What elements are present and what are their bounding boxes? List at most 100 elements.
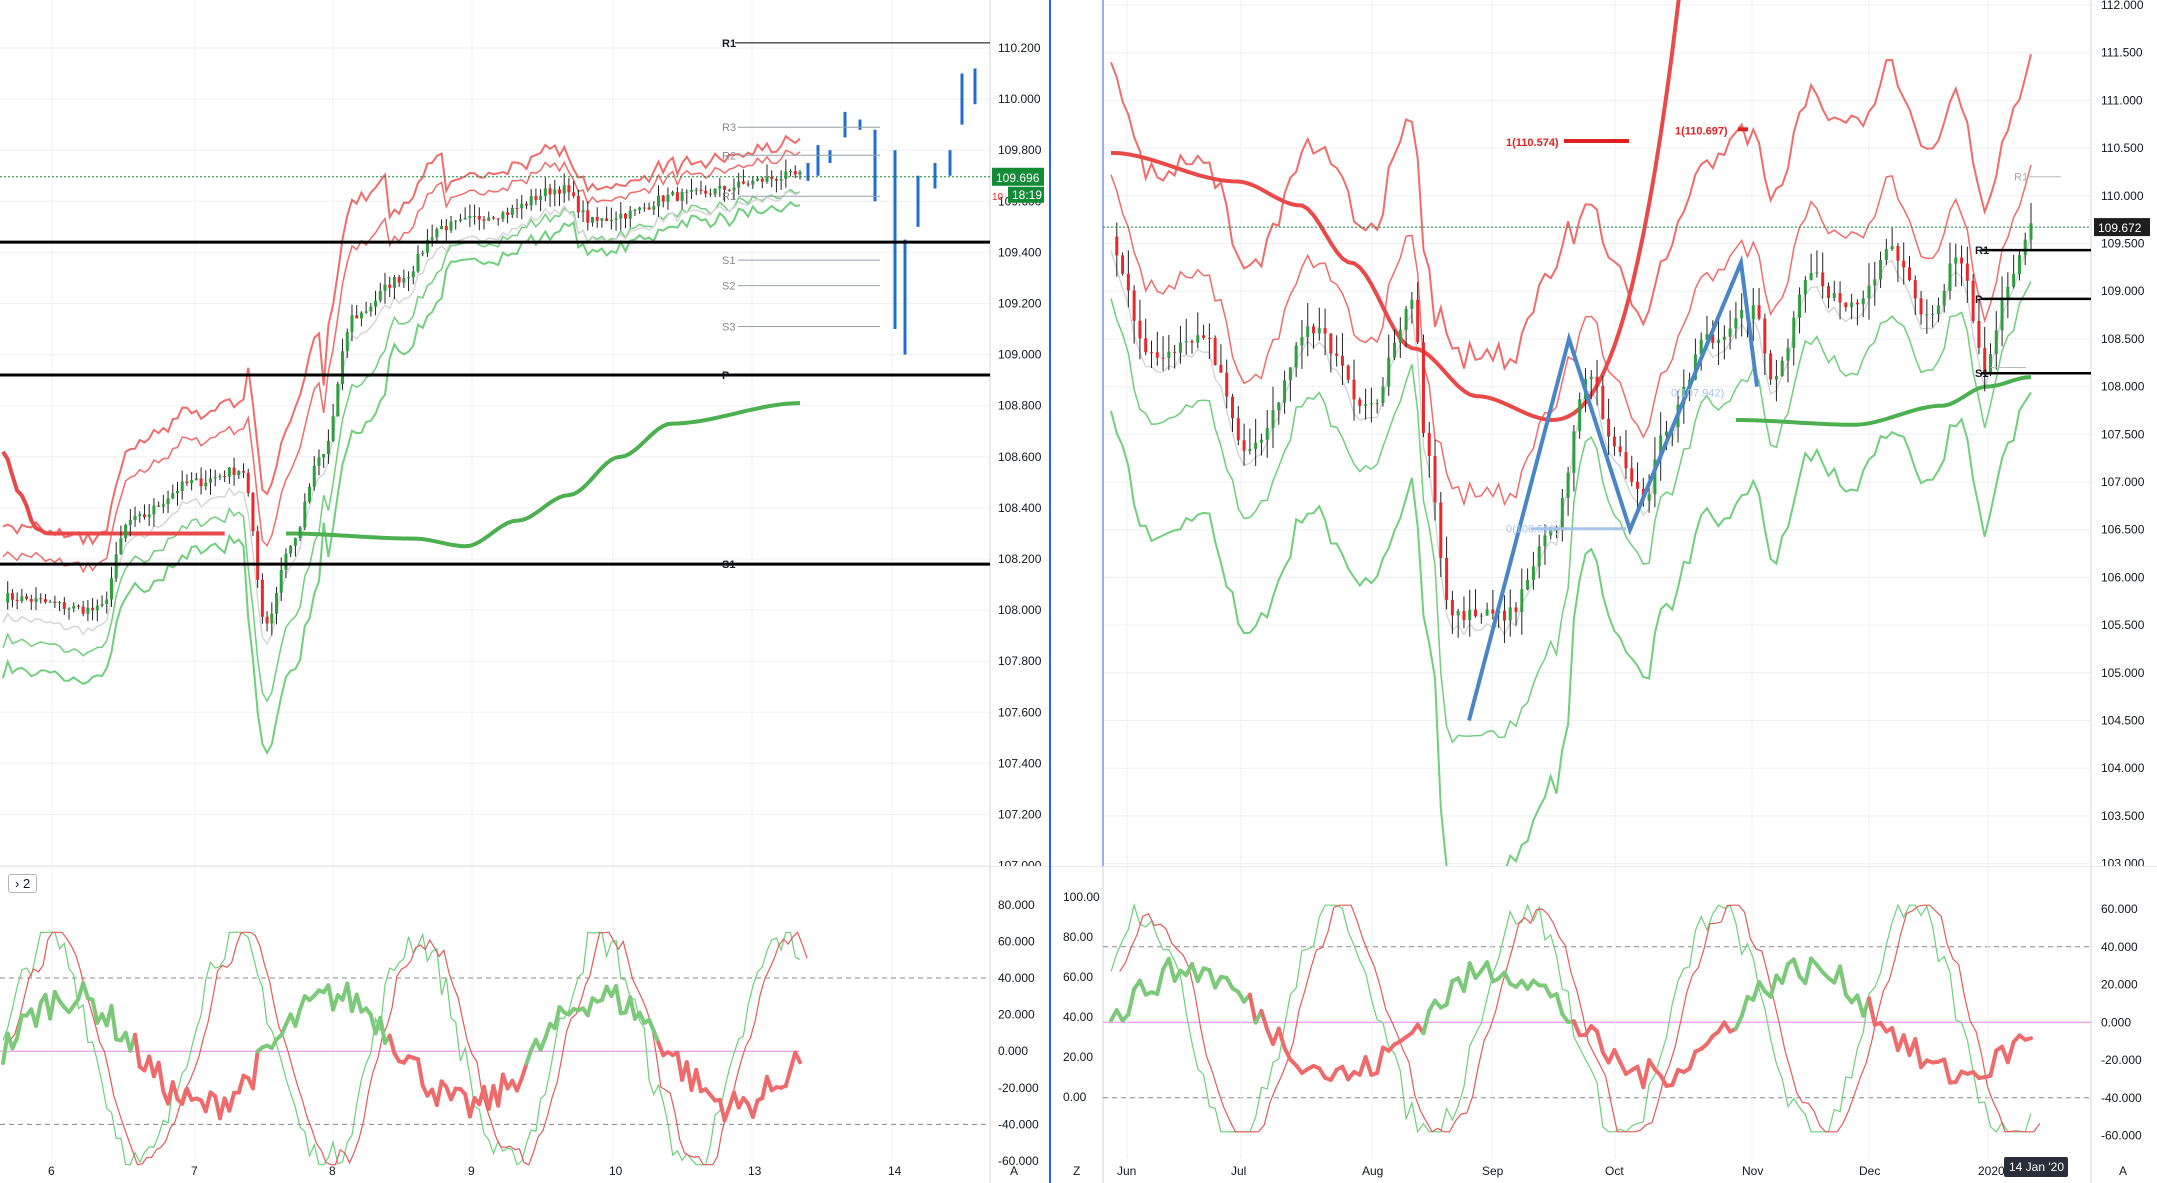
candle-body [1416, 299, 1420, 343]
zoom-button[interactable]: Z [1073, 1164, 1080, 1178]
candle-body [534, 196, 538, 200]
x-axis-label: Aug [1362, 1164, 1383, 1178]
candle-body [524, 203, 528, 206]
right-oscillator-panel[interactable]: 100.00 80.00 60.00 40.00 20.00 0.00 60.000 40.0… [1051, 866, 2157, 1183]
candle-body [152, 505, 156, 515]
candle-body [1433, 455, 1437, 503]
candle-body [392, 276, 396, 288]
candle-body [614, 218, 618, 220]
candle-body [1231, 396, 1235, 419]
candle-body [284, 553, 288, 570]
osc-histogram-line [34, 1000, 43, 1028]
candle-body [666, 194, 670, 202]
x-axis-label: 14 [888, 1164, 902, 1178]
candle-body [737, 181, 741, 188]
osc-histogram-line [467, 1096, 477, 1119]
osc-histogram-line [585, 996, 595, 1018]
candle-body [2023, 239, 2027, 256]
candle-body [58, 602, 62, 604]
candle-body [1954, 257, 1958, 264]
candle-body [1277, 402, 1281, 411]
price-tick-label: 107.000 [998, 859, 1042, 866]
price-tick-label: 110.200 [998, 41, 1041, 55]
candle-body [369, 306, 373, 312]
candle-body [1161, 357, 1165, 359]
osc-histogram-line [1126, 987, 1137, 1017]
candle-body [1630, 468, 1634, 482]
osc-histogram-line [1687, 1049, 1698, 1071]
price-badge-text: 109.696 [996, 171, 1040, 185]
osc-histogram-line [1421, 1008, 1432, 1036]
candle-body [619, 213, 623, 219]
harmonic-pattern [1467, 254, 1759, 722]
osc-histogram-line [614, 984, 623, 1016]
candle-body [1468, 609, 1472, 621]
candle-body [1445, 557, 1449, 600]
candle-body [100, 604, 104, 606]
osc-histogram-line [2005, 1040, 2016, 1065]
candle-body [1381, 386, 1385, 404]
candle-body [713, 188, 717, 195]
price-badge-text: 109.672 [2098, 221, 2142, 235]
osc-histogram-line [293, 1007, 303, 1028]
candle-body [1844, 302, 1848, 308]
candle-body [751, 180, 755, 185]
auto-scale-button-right[interactable]: A [2119, 1164, 2127, 1178]
candle-body [105, 599, 109, 605]
candle-body [1838, 293, 1842, 303]
candle-body [1196, 335, 1200, 343]
right-price-chart[interactable]: 112.000 111.500 111.000 110.500 110.000 109.5… [1051, 0, 2157, 866]
candle-body [1612, 436, 1616, 447]
candle-body [732, 187, 736, 191]
candle-body [25, 596, 29, 599]
candle-body [1485, 609, 1489, 616]
candle-body [638, 207, 642, 210]
candle-body [326, 441, 330, 455]
candle-body [548, 188, 552, 195]
auto-scale-button[interactable]: A [1010, 1164, 1018, 1178]
left-price-panel[interactable]: 110.200110.000109.800109.600109.400109.2… [0, 0, 1051, 866]
right-price-panel[interactable]: 112.000 111.500 111.000 110.500 110.000 109.5… [1051, 0, 2157, 866]
candle-body [15, 599, 19, 602]
candle-body [1757, 305, 1761, 319]
candle-body [397, 276, 401, 283]
candle-body [128, 519, 132, 525]
candle-body [378, 290, 382, 301]
x-axis-label: 2020 [1978, 1164, 2005, 1178]
candle-body [312, 465, 316, 487]
candle-body [62, 602, 66, 609]
left-oscillator-chart[interactable]: 80.000 60.000 40.000 20.000 0.000 -20.000 -40.… [0, 866, 1051, 1183]
candle-body [72, 605, 76, 609]
osc-histogram-line [524, 1047, 534, 1066]
candle-body [1155, 352, 1159, 358]
candle-body [1526, 579, 1530, 590]
osc-histogram-line [1641, 1058, 1652, 1090]
price-tick-label: 110.000 [2101, 189, 2144, 203]
osc-histogram-line [1207, 968, 1218, 990]
osc-histogram-line [1554, 992, 1565, 1017]
oscillator-collapse-badge[interactable]: › 2 [8, 874, 38, 893]
pivot-label: P [722, 370, 729, 382]
candle-body [227, 467, 231, 477]
candle-body [1317, 328, 1321, 334]
left-oscillator-panel[interactable]: 80.000 60.000 40.000 20.000 0.000 -20.000 -40.… [0, 866, 1051, 1183]
left-price-chart[interactable]: 110.200110.000109.800109.600109.400109.2… [0, 0, 1051, 866]
candle-body [180, 481, 184, 492]
candle-body [6, 593, 10, 603]
candle-body [1456, 611, 1460, 616]
right-oscillator-chart[interactable]: 100.00 80.00 60.00 40.00 20.00 0.00 60.000 40.0… [1051, 866, 2157, 1183]
osc-histogram-line [543, 1021, 553, 1041]
candle-body [1537, 546, 1541, 567]
candle-body [510, 207, 514, 215]
intraday-pivot-label: S2 [722, 281, 735, 293]
candle-body [704, 190, 708, 194]
x-axis-label: Jun [1117, 1164, 1136, 1178]
candle-body [1138, 320, 1142, 339]
candle-body [1717, 339, 1721, 343]
candle-body [91, 607, 95, 611]
candle-body [1607, 418, 1611, 437]
osc-tick-label: -60.000 [998, 1154, 1039, 1168]
osc-left-tick: 0.00 [1063, 1090, 1087, 1104]
candle-body [1595, 376, 1599, 386]
candle-body [199, 478, 203, 487]
